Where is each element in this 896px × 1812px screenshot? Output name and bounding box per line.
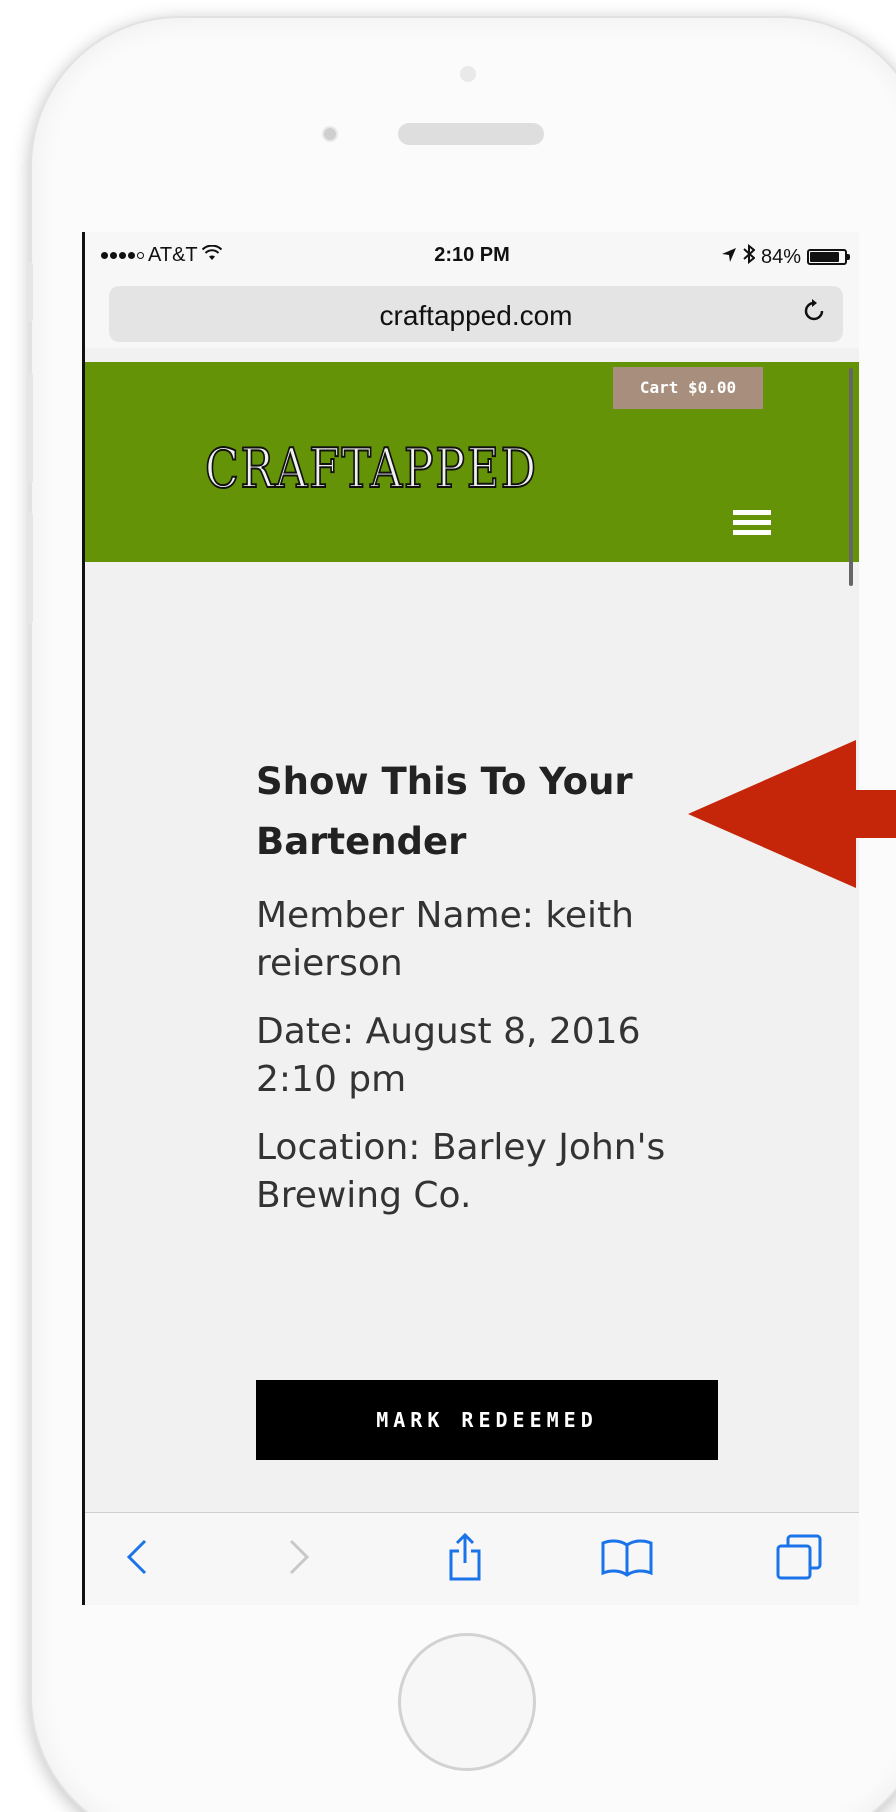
phone-screen: AT&T 2:10 PM 84% craftapped.com Cart $0.… (82, 232, 859, 1605)
reload-icon[interactable] (801, 298, 827, 331)
location-label: Location: (256, 1127, 421, 1168)
back-icon[interactable] (107, 1527, 167, 1587)
battery-level (810, 252, 839, 262)
site-logo[interactable]: CRAFTAPPED (204, 441, 538, 497)
tabs-icon[interactable] (769, 1527, 829, 1587)
proximity-sensor (322, 126, 338, 142)
member-name-row: Member Name: keith reierson (256, 892, 716, 988)
site-header: Cart $0.00 CRAFTAPPED (85, 362, 859, 562)
redeem-content: Show This To Your Bartender Member Name:… (256, 752, 756, 1220)
hamburger-menu-icon[interactable] (733, 510, 771, 540)
volume-down-button (27, 512, 33, 624)
bookmarks-icon[interactable] (597, 1527, 657, 1587)
location-arrow-icon (721, 246, 737, 269)
page-title: Show This To Your Bartender (256, 760, 633, 863)
cart-button[interactable]: Cart $0.00 (613, 367, 763, 409)
forward-icon[interactable] (269, 1527, 329, 1587)
url-text[interactable]: craftapped.com (109, 300, 843, 332)
status-bar: AT&T 2:10 PM 84% (85, 232, 859, 280)
annotation-arrow-icon (688, 740, 896, 888)
battery-icon (807, 249, 850, 265)
home-button[interactable] (398, 1633, 536, 1771)
bluetooth-icon (743, 243, 756, 270)
url-bar-container: craftapped.com (85, 280, 859, 348)
volume-up-button (27, 372, 33, 484)
battery-percent: 84% (760, 245, 801, 268)
address-bar[interactable]: craftapped.com (109, 286, 843, 342)
scroll-indicator (849, 368, 853, 586)
member-name-label: Member Name: (256, 895, 534, 936)
browser-toolbar (85, 1512, 859, 1605)
screenshot-canvas: AT&T 2:10 PM 84% craftapped.com Cart $0.… (0, 0, 896, 1812)
earpiece-speaker (398, 123, 544, 145)
share-icon[interactable] (435, 1527, 495, 1587)
date-row: Date: August 8, 2016 2:10 pm (256, 1008, 716, 1104)
status-right: 84% (721, 243, 850, 270)
mark-redeemed-button[interactable]: MARK REDEEMED (256, 1380, 718, 1460)
date-label: Date: (256, 1011, 355, 1052)
mute-switch (27, 262, 33, 322)
front-camera (460, 66, 476, 82)
location-row: Location: Barley John's Brewing Co. (256, 1124, 716, 1220)
